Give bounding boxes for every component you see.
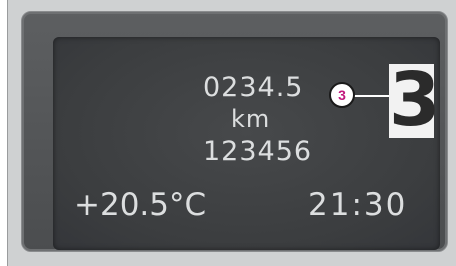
gear-indicator: 3	[389, 60, 441, 140]
outside-temperature-value: +20.5°C	[74, 187, 207, 223]
gear-value: 3	[389, 57, 441, 143]
callout-leader-line	[353, 95, 391, 97]
instrument-photo-frame: 0234.5 km 123456 +20.5°C 21:30 3 3	[7, 0, 456, 266]
display-bezel: 0234.5 km 123456 +20.5°C 21:30 3 3	[21, 11, 448, 252]
total-odometer-value: 123456	[203, 136, 313, 167]
trip-odometer-value: 0234.5	[203, 72, 304, 103]
callout-marker: 3	[329, 82, 355, 108]
distance-unit-label: km	[231, 105, 271, 133]
clock-value: 21:30	[308, 187, 408, 223]
lcd-display: 0234.5 km 123456 +20.5°C 21:30 3 3	[53, 37, 441, 250]
callout-number: 3	[338, 87, 346, 103]
